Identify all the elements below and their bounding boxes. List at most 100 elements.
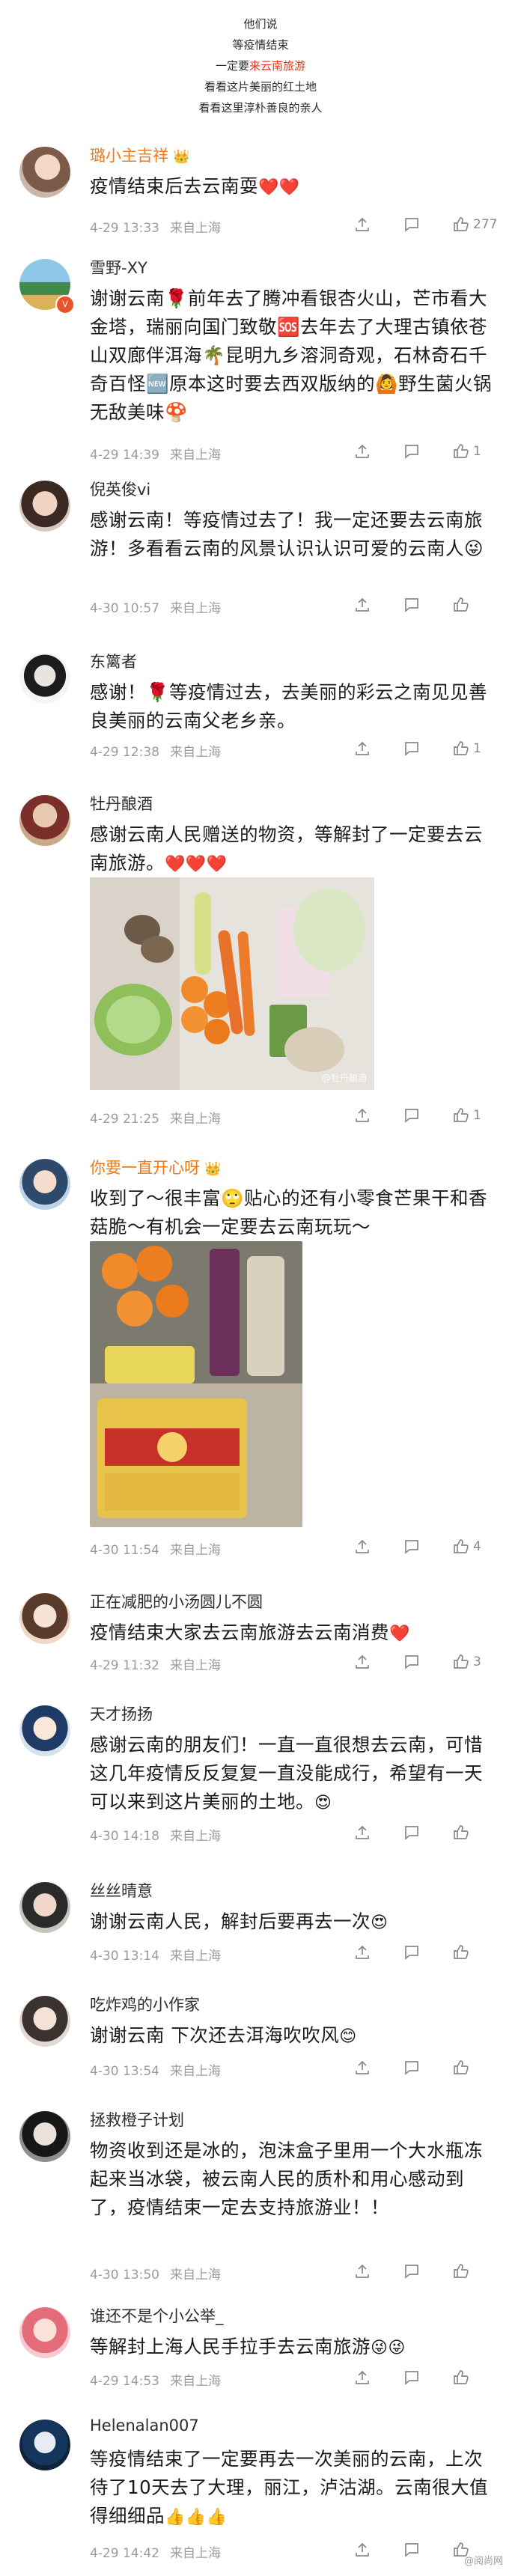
avatar[interactable] — [19, 1159, 70, 1210]
like-icon — [454, 1825, 469, 1839]
username[interactable]: 雪野-XY — [90, 256, 147, 278]
comment-button[interactable] — [403, 1536, 452, 1557]
comment-button[interactable] — [403, 1942, 452, 1963]
username[interactable]: Helenalan007 — [90, 2417, 199, 2435]
share-icon — [356, 217, 369, 231]
comment-text: 收到了～很丰富🙄贴心的还有小零食芒果干和香菇脆～有机会一定要去云南玩玩～ — [90, 1187, 488, 1237]
comment-button[interactable] — [403, 2057, 452, 2078]
like-button[interactable] — [452, 1822, 502, 1843]
username[interactable]: 吃炸鸡的小作家 — [90, 1993, 200, 2015]
like-button[interactable] — [452, 2057, 502, 2078]
username[interactable]: 拯救橙子计划 — [90, 2108, 184, 2131]
like-button[interactable] — [452, 2367, 502, 2388]
avatar[interactable] — [19, 653, 70, 704]
avatar[interactable] — [19, 1593, 70, 1644]
username[interactable]: 璐小主吉祥 👑 — [90, 144, 189, 166]
share-button[interactable] — [353, 2261, 403, 2282]
share-icon — [356, 1539, 369, 1553]
comment-item: Helenalan007 等疫情结束了一定要再去一次美丽的云南，上次待了10天去… — [0, 2415, 521, 2576]
comment-meta: 4-30 13:14 来自上海 — [90, 1949, 221, 1964]
avatar[interactable] — [19, 2307, 70, 2358]
like-button[interactable]: 1 — [452, 1105, 502, 1126]
comment-item: 牡丹酿酒 感谢云南人民赠送的物资，等解封了一定要去云南旅游。❤️❤️❤️ @牡丹… — [0, 791, 521, 1142]
comment-button[interactable] — [403, 2261, 452, 2282]
comment-actions: 3 — [353, 1651, 502, 1672]
share-button[interactable] — [353, 1942, 403, 1963]
header-line-2: 等疫情结束 — [232, 38, 289, 52]
share-button[interactable] — [353, 2367, 403, 2388]
avatar[interactable] — [19, 481, 70, 532]
share-button[interactable] — [353, 2539, 403, 2560]
comment-meta: 4-30 10:57 来自上海 — [90, 601, 221, 616]
comment-actions: 4 — [353, 1536, 502, 1557]
like-icon — [454, 741, 469, 755]
comment-button[interactable] — [403, 738, 452, 759]
avatar[interactable] — [19, 1996, 70, 2047]
like-count: 1 — [473, 1108, 481, 1123]
username[interactable]: 谁还不是个小公举_ — [90, 2304, 224, 2327]
comment-button[interactable] — [403, 594, 452, 615]
comment-meta: 4-29 11:32 来自上海 — [90, 1658, 221, 1673]
avatar[interactable] — [19, 2111, 70, 2162]
share-button[interactable] — [353, 2057, 403, 2078]
username[interactable]: 倪英俊vi — [90, 478, 150, 500]
comment-actions: 1 — [353, 441, 502, 462]
like-button[interactable]: 1 — [452, 441, 502, 462]
share-icon — [356, 1825, 369, 1839]
comment-icon — [405, 1109, 418, 1123]
share-button[interactable] — [353, 1536, 403, 1557]
comment-photo[interactable]: @牡丹酿酒 — [90, 877, 374, 1090]
comment-item: V 雪野-XY 谢谢云南🌹前年去了腾冲看银杏火山，芒市看大金塔，瑞丽向国门致敬🆘… — [0, 255, 521, 472]
share-button[interactable] — [353, 594, 403, 615]
avatar[interactable] — [19, 795, 70, 846]
comment-photo[interactable] — [90, 1241, 302, 1527]
like-button[interactable]: 1 — [452, 738, 502, 759]
comment-icon — [405, 598, 418, 612]
username[interactable]: 天才扬扬 — [90, 1702, 153, 1725]
avatar[interactable] — [19, 147, 70, 198]
username[interactable]: 东篱者 — [90, 650, 137, 672]
comment-button[interactable] — [403, 214, 452, 235]
avatar[interactable] — [19, 2420, 70, 2470]
share-button[interactable] — [353, 738, 403, 759]
share-button[interactable] — [353, 441, 403, 462]
comment-actions — [353, 1942, 502, 1963]
share-icon — [356, 2264, 369, 2278]
like-button[interactable] — [452, 594, 502, 615]
comment-meta: 4-29 14:42 来自上海 — [90, 2546, 221, 2561]
comment-meta: 4-30 11:54 来自上海 — [90, 1543, 221, 1558]
groceries-photo — [90, 877, 374, 1090]
like-button[interactable]: 3 — [452, 1651, 502, 1672]
avatar[interactable] — [19, 1705, 70, 1756]
comment-item: 璐小主吉祥 👑 疫情结束后去云南耍❤️❤️ 4-29 13:33 来自上海 277 — [0, 142, 521, 255]
comment-button[interactable] — [403, 441, 452, 462]
like-button[interactable] — [452, 1942, 502, 1963]
like-button[interactable]: 4 — [452, 1536, 502, 1557]
photo-watermark: @牡丹酿酒 — [321, 1073, 367, 1083]
share-button[interactable] — [353, 1651, 403, 1672]
share-icon — [356, 2542, 369, 2557]
share-button[interactable] — [353, 214, 403, 235]
username[interactable]: 牡丹酿酒 — [90, 792, 153, 814]
verified-badge-icon: V — [55, 295, 75, 314]
comment-item: 吃炸鸡的小作家 谢谢云南 下次还去洱海吹吹风😊 4-30 13:54 来自上海 — [0, 1991, 521, 2104]
username[interactable]: 正在减肥的小汤圆儿不圆 — [90, 1590, 263, 1613]
comment-item: 你要一直开心呀 👑 收到了～很丰富🙄贴心的还有小零食芒果干和香菇脆～有机会一定要去… — [0, 1154, 521, 1574]
comment-icon — [405, 2061, 418, 2075]
comment-icon — [405, 1826, 418, 1840]
comment-button[interactable] — [403, 1105, 452, 1126]
comment-meta: 4-29 13:33 来自上海 — [90, 221, 221, 236]
comment-button[interactable] — [403, 1822, 452, 1843]
comment-button[interactable] — [403, 2539, 452, 2560]
like-button[interactable]: 277 — [452, 214, 502, 235]
comment-button[interactable] — [403, 1651, 452, 1672]
share-icon — [356, 741, 369, 755]
like-button[interactable] — [452, 2261, 502, 2282]
share-button[interactable] — [353, 1105, 403, 1126]
username[interactable]: 你要一直开心呀 👑 — [90, 1156, 221, 1178]
username[interactable]: 丝丝晴意 — [90, 1879, 153, 1901]
share-button[interactable] — [353, 1822, 403, 1843]
avatar[interactable] — [19, 1882, 70, 1933]
crown-icon: 👑 — [204, 1160, 222, 1177]
comment-button[interactable] — [403, 2367, 452, 2388]
